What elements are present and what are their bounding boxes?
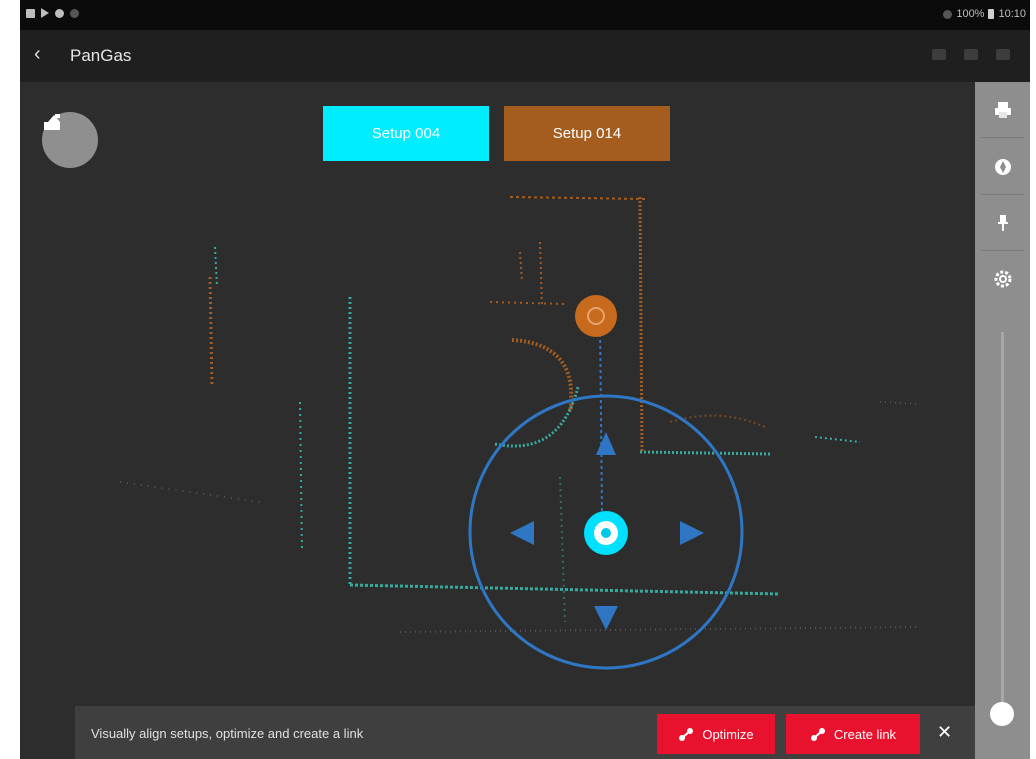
arrow-left-icon[interactable] [510,521,534,545]
setup-014-pointcloud [208,196,766,453]
compass-button[interactable] [975,139,1030,194]
close-button[interactable]: ✕ [937,722,952,743]
create-link-label: Create link [833,726,897,742]
device-icon[interactable] [996,49,1010,60]
optimize-icon [679,728,694,741]
hint-text: Visually align setups, optimize and crea… [91,726,364,741]
arrow-down-icon[interactable] [594,606,618,630]
create-link-button[interactable]: Create link [786,714,920,754]
divider [981,137,1024,138]
pin-icon [997,214,1008,231]
arrow-right-icon[interactable] [680,521,704,545]
print-button[interactable] [975,82,1030,137]
zoom-slider-track[interactable] [1001,332,1004,707]
optimize-button[interactable]: Optimize [657,714,775,754]
back-button[interactable]: ‹ [34,43,41,66]
notification-dot-icon [70,8,79,18]
link-icon[interactable] [932,49,946,60]
close-icon: ✕ [937,722,953,742]
pointcloud-scene [119,196,921,670]
setup-a-button[interactable]: Setup 004 [323,106,489,161]
play-store-icon [41,8,49,18]
gallery-icon [26,8,35,18]
chevron-left-icon: ‹ [34,43,41,65]
right-tool-panel [975,82,1030,759]
pivot-handle[interactable] [575,295,617,337]
app-bar: ‹ PanGas [20,30,1030,82]
bottom-action-bar: Visually align setups, optimize and crea… [75,706,975,759]
joystick-connector [599,321,603,513]
settings-dot-icon [55,8,64,18]
pin-button[interactable] [975,195,1030,250]
center-handle-dot-icon [601,528,611,538]
arrow-up-icon[interactable] [596,432,616,455]
setup-004-pointcloud [214,246,861,623]
clock: 10:10 [998,8,1026,20]
optimize-label: Optimize [702,726,754,742]
app-title: PanGas [70,46,132,65]
wifi-icon [943,9,953,19]
zoom-slider-thumb[interactable] [990,702,1014,726]
scanner-fab[interactable] [42,112,98,168]
status-bar: 100% 10:10 [20,0,1030,30]
scanner-icon [44,114,60,130]
battery-percentage: 100% [956,8,985,20]
device-screen: 100% 10:10 ‹ PanGas Setup 004 Setup 014 … [20,0,1030,759]
scan-noise [119,401,921,633]
app-bar-actions [932,49,1010,60]
settings-icon [994,270,1011,287]
settings-button[interactable] [975,251,1030,306]
create-link-icon [810,728,825,741]
camera-icon[interactable] [964,49,978,60]
setup-b-button[interactable]: Setup 014 [504,106,670,161]
print-icon [994,101,1011,118]
battery-icon [988,9,995,19]
pointcloud-viewer[interactable]: Setup 004 Setup 014 [20,82,975,759]
setup-b-label: Setup 014 [552,125,622,142]
setup-a-label: Setup 004 [371,125,441,142]
compass-icon [994,158,1011,175]
